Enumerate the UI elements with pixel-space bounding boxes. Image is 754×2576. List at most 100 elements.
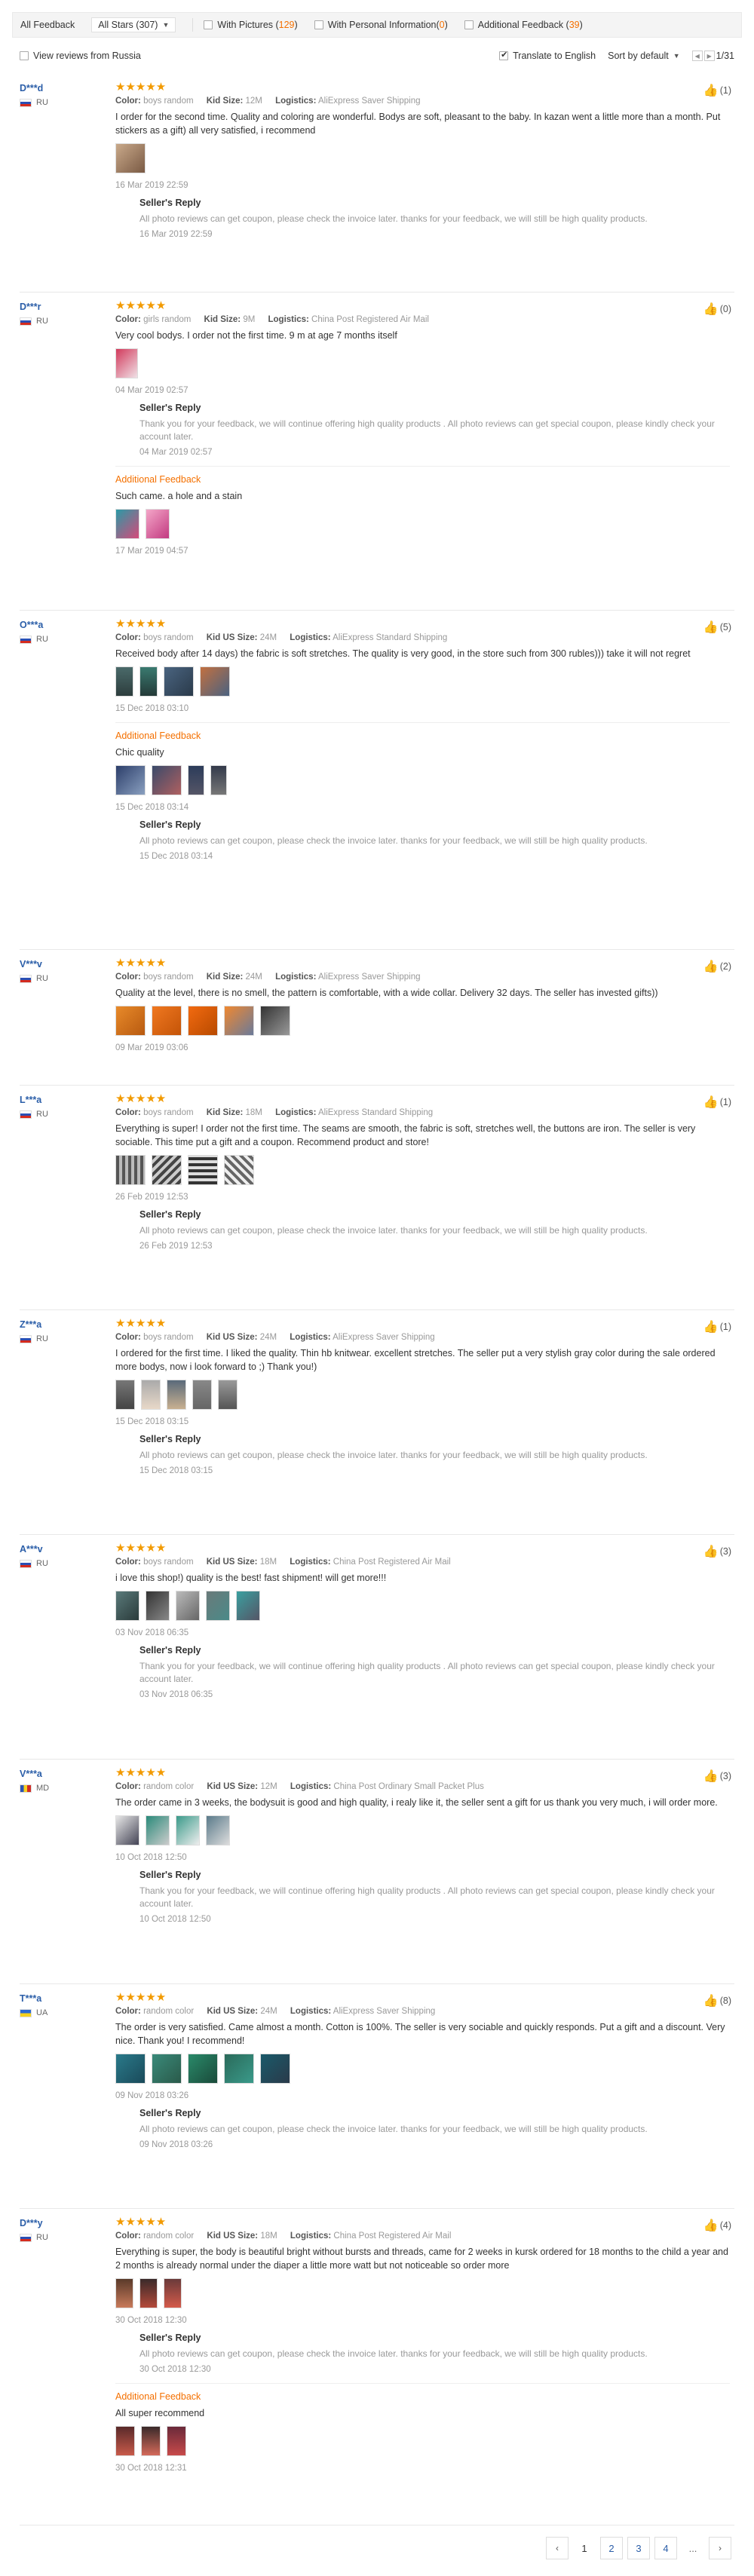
photo-thumbnail[interactable] <box>260 1006 290 1036</box>
seller-reply-title: Seller's Reply <box>139 1870 201 1880</box>
photo-thumbnail[interactable] <box>115 1006 146 1036</box>
reviewer-name[interactable]: L***a <box>20 1095 103 1105</box>
next-page-button[interactable]: › <box>709 2537 731 2559</box>
view-russia-checkbox[interactable] <box>20 51 29 60</box>
reviewer-name[interactable]: D***d <box>20 83 103 93</box>
translate-checkbox[interactable] <box>499 50 509 60</box>
reviewer-name[interactable]: O***a <box>20 620 103 630</box>
paren: ) <box>579 20 583 30</box>
reviewer-name[interactable]: A***v <box>20 1544 103 1554</box>
photo-thumbnail[interactable] <box>115 348 138 378</box>
reviewer-name[interactable]: D***y <box>20 2218 103 2228</box>
photo-thumbnail[interactable] <box>115 2278 133 2308</box>
photo-thumbnail[interactable] <box>176 1815 200 1845</box>
photo-thumbnail[interactable] <box>115 1380 135 1410</box>
photo-thumbnail[interactable] <box>188 765 204 795</box>
review-date: 15 Dec 2018 03:15 <box>115 1417 189 1426</box>
order-attributes: Color: random color Kid US Size: 18M Log… <box>115 2231 452 2241</box>
page-button[interactable]: 4 <box>654 2537 677 2559</box>
photo-thumbnail[interactable] <box>236 1591 260 1621</box>
photo-thumbnail[interactable] <box>206 1591 230 1621</box>
photo-thumbnail[interactable] <box>115 143 146 173</box>
russia-flag-icon <box>20 1110 32 1119</box>
russia-flag-icon <box>20 974 32 983</box>
prev-page-icon[interactable]: ◀ <box>691 51 703 61</box>
russia-flag-icon <box>20 635 32 644</box>
photo-thumbnail[interactable] <box>115 2054 146 2084</box>
with-pictures-filter[interactable]: With Pictures (129) <box>204 20 298 30</box>
all-stars-select[interactable]: All Stars (307) ▼ <box>91 17 176 32</box>
photo-thumbnail[interactable] <box>152 1006 182 1036</box>
next-page-icon[interactable]: ▶ <box>703 51 715 61</box>
country-code: RU <box>36 635 48 644</box>
reviewer-name[interactable]: V***a <box>20 1769 103 1779</box>
mini-pager: ◀ ▶ 1/31 <box>691 51 734 61</box>
page-button[interactable]: 3 <box>627 2537 650 2559</box>
review-photos <box>115 2278 730 2308</box>
photo-thumbnail[interactable] <box>176 1591 200 1621</box>
reviewer-name[interactable]: D***r <box>20 302 103 312</box>
photo-thumbnail[interactable] <box>115 1155 146 1185</box>
photo-thumbnail[interactable] <box>152 765 182 795</box>
photo-thumbnail[interactable] <box>164 666 194 697</box>
star-rating: ★★★★★ <box>115 617 167 630</box>
photo-thumbnail[interactable] <box>146 1815 170 1845</box>
review-photos <box>115 1155 730 1185</box>
photo-thumbnail[interactable] <box>141 2426 161 2456</box>
photo-thumbnail[interactable] <box>115 1815 139 1845</box>
paren: ) <box>294 20 298 30</box>
review-item: D***d RU 👍 (1) ★★★★★ Color: boys random K… <box>20 75 734 293</box>
reviewer-name[interactable]: Z***a <box>20 1319 103 1330</box>
personal-info-filter[interactable]: With Personal Information(0) <box>314 20 448 30</box>
photo-thumbnail[interactable] <box>115 2426 135 2456</box>
photo-thumbnail[interactable] <box>167 2426 186 2456</box>
photo-thumbnail[interactable] <box>260 2054 290 2084</box>
reviewer-name[interactable]: T***a <box>20 1993 103 2004</box>
seller-reply-text: Thank you for your feedback, we will con… <box>139 1885 715 1909</box>
personal-info-checkbox[interactable] <box>314 20 323 29</box>
additional-feedback-filter[interactable]: Additional Feedback (39) <box>464 20 583 30</box>
photo-thumbnail[interactable] <box>224 1155 254 1185</box>
photo-thumbnail[interactable] <box>188 1006 218 1036</box>
seller-reply-title: Seller's Reply <box>139 198 201 208</box>
seller-reply-text: All photo reviews can get coupon, please… <box>139 835 648 846</box>
review-date: 09 Mar 2019 03:06 <box>115 1043 188 1052</box>
page-button[interactable]: 2 <box>600 2537 623 2559</box>
photo-thumbnail[interactable] <box>141 1380 161 1410</box>
seller-reply: Seller's Reply All photo reviews can get… <box>115 1434 730 1475</box>
review-date: 15 Dec 2018 03:10 <box>115 704 189 713</box>
view-russia-filter[interactable]: View reviews from Russia <box>20 51 141 61</box>
photo-thumbnail[interactable] <box>188 1155 218 1185</box>
photo-thumbnail[interactable] <box>210 765 227 795</box>
photo-thumbnail[interactable] <box>146 1591 170 1621</box>
photo-thumbnail[interactable] <box>206 1815 230 1845</box>
order-attributes: Color: boys random Kid Size: 24M Logisti… <box>115 973 421 982</box>
photo-thumbnail[interactable] <box>115 765 146 795</box>
additional-feedback-text: Such came. a hole and a stain <box>115 491 243 501</box>
photo-thumbnail[interactable] <box>115 509 139 539</box>
photo-thumbnail[interactable] <box>146 509 170 539</box>
photo-thumbnail[interactable] <box>115 666 133 697</box>
additional-feedback-checkbox[interactable] <box>464 20 474 29</box>
photo-thumbnail[interactable] <box>139 666 158 697</box>
photo-thumbnail[interactable] <box>188 2054 218 2084</box>
photo-thumbnail[interactable] <box>152 1155 182 1185</box>
sort-select[interactable]: Sort by default ▼ <box>608 51 680 61</box>
all-feedback-tab[interactable]: All Feedback <box>20 20 75 30</box>
photo-thumbnail[interactable] <box>115 1591 139 1621</box>
prev-page-button[interactable]: ‹ <box>546 2537 569 2559</box>
photo-thumbnail[interactable] <box>152 2054 182 2084</box>
photo-thumbnail[interactable] <box>200 666 230 697</box>
divider <box>192 18 194 32</box>
photo-thumbnail[interactable] <box>192 1380 212 1410</box>
photo-thumbnail[interactable] <box>139 2278 158 2308</box>
order-attributes: Color: boys random Kid Size: 18M Logisti… <box>115 1108 434 1117</box>
reviewer-name[interactable]: V***v <box>20 959 103 969</box>
with-pictures-checkbox[interactable] <box>204 20 213 29</box>
photo-thumbnail[interactable] <box>224 1006 254 1036</box>
photo-thumbnail[interactable] <box>218 1380 238 1410</box>
photo-thumbnail[interactable] <box>164 2278 182 2308</box>
all-stars-box[interactable]: All Stars (307) ▼ <box>91 17 176 32</box>
photo-thumbnail[interactable] <box>224 2054 254 2084</box>
photo-thumbnail[interactable] <box>167 1380 186 1410</box>
